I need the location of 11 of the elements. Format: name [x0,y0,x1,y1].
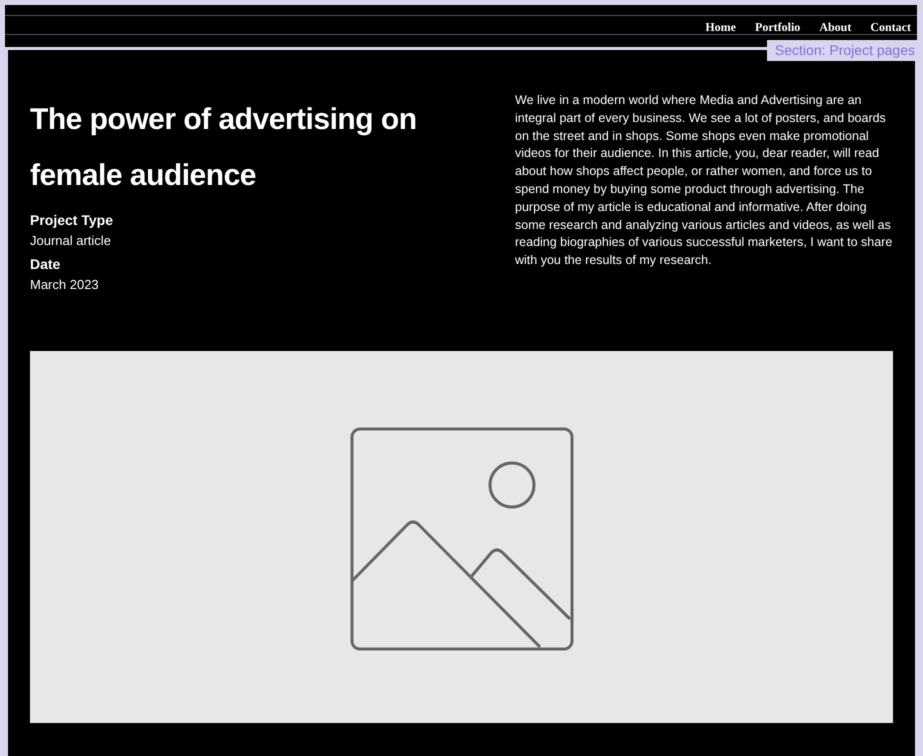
nav-link[interactable]: About [819,22,852,32]
description-paragraph: We live in a modern world where Media and Advertising are an integral part of every business. We see a lot of posters, and boards on the street and in shops. Some shops even make promotional videos for their audience. In this article, you, dear reader, will read about how shops affect people, or rather women, and force us to spend money by buying some product through advertising. The purpose of my article is educational and informative. After doing some research and analyzing various articles and videos, as well as reading biographies of various successful marketers, I want to share with you the results of my research. [515,92,893,270]
detail-label: Date [30,256,62,272]
nav-link[interactable]: Portfolio [754,22,800,32]
detail-value: Journal article [30,233,112,248]
nav-link[interactable]: Contact [870,22,911,32]
image-placeholder-icon [350,427,574,651]
nav-link[interactable]: Home [705,22,736,32]
page-title: The power of advertising on female audience [30,102,418,194]
detail-value: March 2023 [30,277,100,292]
detail-label: Project Type [30,212,114,228]
